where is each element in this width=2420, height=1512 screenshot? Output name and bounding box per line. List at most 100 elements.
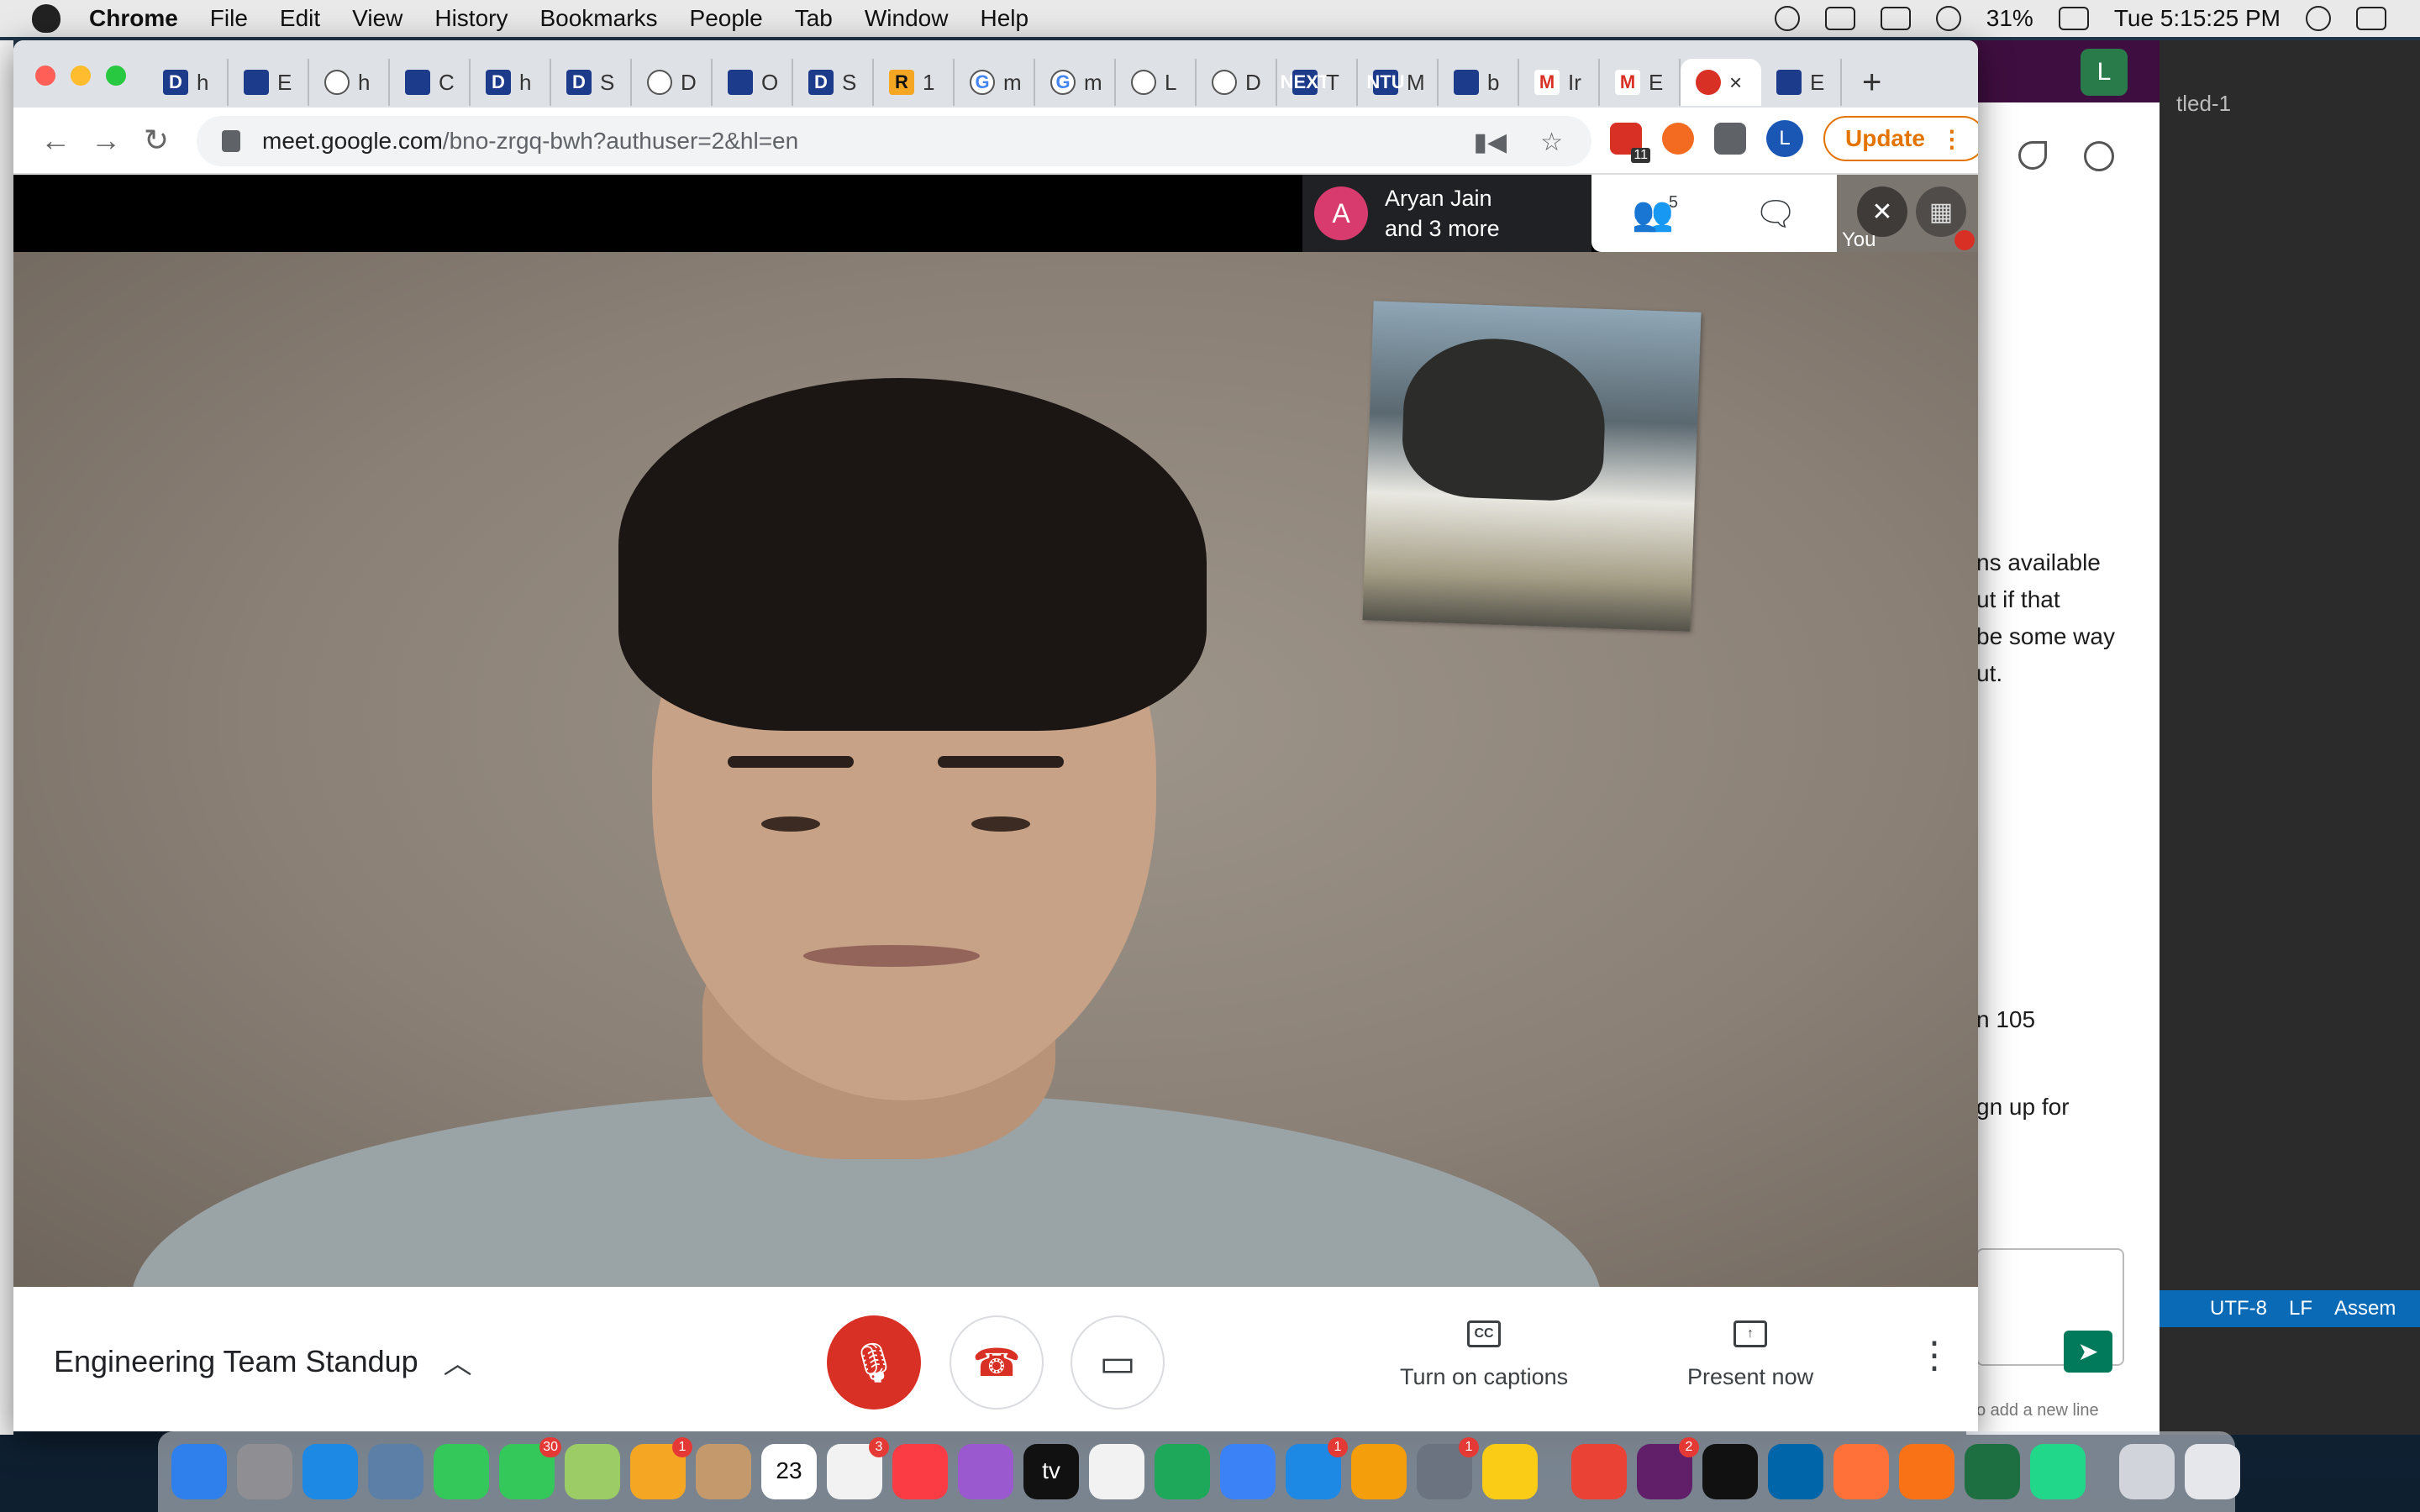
menu-help[interactable]: Help — [980, 5, 1028, 32]
spotlight-search-icon[interactable] — [2306, 6, 2331, 31]
menu-clock[interactable]: Tue 5:15:25 PM — [2114, 5, 2281, 32]
menu-history[interactable]: History — [434, 5, 508, 32]
dock-vscode-icon[interactable] — [1768, 1444, 1823, 1499]
browser-tab[interactable]: × — [1681, 59, 1761, 106]
slack-call-icon[interactable] — [2018, 141, 2047, 170]
dock-numbers-icon[interactable] — [1155, 1444, 1210, 1499]
people-button[interactable]: 👥 5 — [1626, 186, 1680, 240]
bookmark-star-icon[interactable]: ☆ — [1540, 128, 1563, 157]
browser-tab[interactable]: DS — [551, 59, 632, 106]
ide-line-ending[interactable]: LF — [2289, 1297, 2312, 1320]
dock-keynote-icon[interactable] — [1220, 1444, 1276, 1499]
new-tab-icon[interactable]: + — [1862, 64, 1881, 102]
browser-tab[interactable]: Dh — [471, 59, 551, 106]
menu-tab[interactable]: Tab — [795, 5, 833, 32]
browser-tab[interactable]: L — [1116, 59, 1197, 106]
dock-trash-icon[interactable] — [2185, 1444, 2240, 1499]
captions-button[interactable]: CC Turn on captions — [1400, 1320, 1568, 1390]
browser-tab[interactable]: Gm — [955, 59, 1035, 106]
dock-pycharm-icon[interactable] — [2030, 1444, 2086, 1499]
self-view-tile[interactable]: ✕ ▦ You — [1837, 175, 1978, 252]
slack-avatar[interactable]: L — [2081, 49, 2128, 96]
command-icon[interactable] — [1880, 7, 1911, 30]
menu-view[interactable]: View — [352, 5, 402, 32]
dock-news-icon[interactable] — [1089, 1444, 1144, 1499]
microphone-toggle-button[interactable]: 🎙 — [827, 1315, 921, 1410]
present-now-button[interactable]: ↑ Present now — [1687, 1320, 1813, 1390]
browser-tab[interactable]: h — [309, 59, 390, 106]
browser-tab[interactable]: D — [632, 59, 713, 106]
dock-contacts-icon[interactable] — [696, 1444, 751, 1499]
slack-send-button[interactable]: ➤ — [2064, 1331, 2112, 1373]
browser-tab[interactable]: R1 — [874, 59, 955, 106]
airplay-icon[interactable] — [1824, 7, 1855, 30]
dock-finder-icon[interactable] — [171, 1444, 227, 1499]
address-bar[interactable]: meet.google.com /bno-zrgq-bwh?authuser=2… — [197, 116, 1591, 166]
zoom-window-button[interactable] — [106, 66, 126, 86]
browser-tab[interactable]: C — [390, 59, 471, 106]
browser-tab[interactable]: O — [713, 59, 793, 106]
dock-launchpad-icon[interactable] — [237, 1444, 292, 1499]
dock-safari-icon[interactable] — [302, 1444, 358, 1499]
browser-tab[interactable]: NEXT T — [1277, 59, 1358, 106]
wifi-icon[interactable] — [1935, 6, 1961, 31]
dock-tv-icon[interactable]: tv — [1023, 1444, 1079, 1499]
dock-notes-icon[interactable] — [1482, 1444, 1538, 1499]
browser-tab[interactable]: D — [1197, 59, 1277, 106]
forward-icon[interactable]: → — [81, 115, 131, 165]
dock-facetime-icon[interactable] — [434, 1444, 489, 1499]
dock-chrome-icon[interactable] — [1571, 1444, 1627, 1499]
dock-app-store-icon[interactable]: 1 — [1286, 1437, 1348, 1499]
browser-tab[interactable]: M Ir — [1519, 59, 1600, 106]
main-video-feed[interactable] — [13, 252, 1978, 1287]
lock-icon[interactable] — [222, 130, 240, 152]
ide-file-tab[interactable]: tled-1 — [2176, 91, 2231, 117]
browser-tab[interactable]: b — [1439, 59, 1519, 106]
puzzle-icon[interactable] — [1714, 123, 1746, 155]
dock-downloads-icon[interactable] — [2119, 1444, 2175, 1499]
menu-edit[interactable]: Edit — [280, 5, 320, 32]
active-speaker-card[interactable]: A Aryan Jain and 3 more — [1302, 175, 1591, 252]
browser-tab[interactable]: ME — [1600, 59, 1681, 106]
dock-sketch-pen-icon[interactable] — [1899, 1444, 1954, 1499]
dock-calendar-icon[interactable]: 23 — [761, 1444, 817, 1499]
update-button[interactable]: Update ⋮ — [1823, 116, 1978, 161]
dock-photos-icon[interactable]: 1 — [630, 1437, 692, 1499]
browser-tab[interactable]: NTU M — [1358, 59, 1439, 106]
dock-firefox-icon[interactable] — [1833, 1444, 1889, 1499]
dock-messages-icon[interactable]: 30 — [499, 1437, 561, 1499]
back-icon[interactable]: ← — [30, 115, 81, 165]
dock-excel-icon[interactable] — [1965, 1444, 2020, 1499]
ide-language[interactable]: Assem — [2334, 1297, 2396, 1320]
chat-button[interactable]: 🗨 — [1749, 186, 1802, 240]
close-window-button[interactable] — [35, 66, 55, 86]
minimize-window-button[interactable] — [71, 66, 91, 86]
dock-pages-icon[interactable] — [1351, 1444, 1407, 1499]
dock-podcasts-icon[interactable] — [958, 1444, 1013, 1499]
browser-tab[interactable]: DS — [793, 59, 874, 106]
creative-cloud-icon[interactable] — [1774, 6, 1800, 31]
browser-tab[interactable]: Dh — [148, 59, 229, 106]
menu-file[interactable]: File — [210, 5, 248, 32]
dock-system-preferences-icon[interactable]: 1 — [1417, 1437, 1479, 1499]
menu-bookmarks[interactable]: Bookmarks — [539, 5, 657, 32]
battery-icon[interactable] — [2058, 7, 2089, 30]
apple-logo-icon[interactable] — [32, 4, 60, 33]
camera-permission-icon[interactable]: ▮◀ — [1474, 128, 1507, 157]
meeting-details-toggle[interactable]: Engineering Team Standup ︿ — [54, 1341, 472, 1382]
dock-maps-icon[interactable] — [565, 1444, 620, 1499]
browser-tab[interactable]: Gm — [1035, 59, 1116, 106]
slack-info-icon[interactable] — [2084, 141, 2114, 171]
leave-call-button[interactable]: ☎ — [950, 1315, 1044, 1410]
control-center-icon[interactable] — [2356, 7, 2386, 30]
profile-avatar[interactable]: L — [1766, 120, 1803, 157]
dock-reminders-icon[interactable]: 3 — [827, 1437, 889, 1499]
ide-encoding[interactable]: UTF-8 — [2210, 1297, 2267, 1320]
camera-toggle-button[interactable]: ▭ — [1071, 1315, 1165, 1410]
dock-preview-icon[interactable] — [368, 1444, 424, 1499]
extension-icon[interactable] — [1662, 123, 1694, 155]
dock-music-icon[interactable] — [892, 1444, 948, 1499]
browser-tab[interactable]: E — [1761, 59, 1842, 106]
menu-people[interactable]: People — [690, 5, 763, 32]
layout-grid-icon[interactable]: ▦ — [1916, 186, 1966, 237]
